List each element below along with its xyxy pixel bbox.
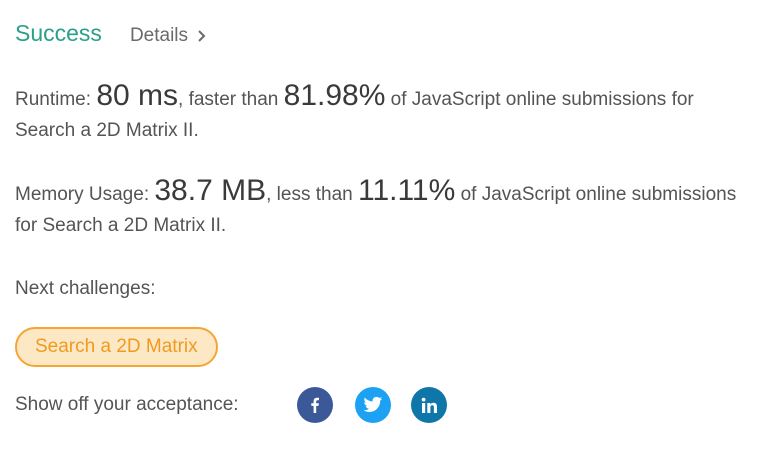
twitter-share-button[interactable] — [355, 387, 391, 423]
twitter-icon — [363, 396, 383, 412]
runtime-value: 80 ms — [96, 79, 179, 112]
runtime-stat: Runtime: 80 ms, faster than 81.98% of Ja… — [15, 80, 755, 146]
chevron-right-icon — [198, 30, 206, 42]
challenge-button[interactable]: Search a 2D Matrix — [15, 327, 218, 367]
status-label: Success — [15, 20, 102, 46]
facebook-share-button[interactable] — [297, 387, 333, 423]
details-label: Details — [129, 25, 189, 46]
memory-label: Memory Usage: — [15, 184, 155, 205]
runtime-label: Runtime: — [15, 89, 97, 110]
memory-percent: 11.11% — [358, 174, 456, 207]
next-challenges-label: Next challenges: — [15, 278, 156, 299]
share-label: Show off your acceptance: — [15, 394, 239, 415]
linkedin-share-button[interactable] — [411, 387, 447, 423]
memory-stat: Memory Usage: 38.7 MB, less than 11.11% … — [15, 175, 755, 241]
runtime-mid: , faster than — [178, 89, 284, 110]
memory-value: 38.7 MB — [154, 174, 267, 207]
result-header: Success Details — [15, 20, 206, 47]
runtime-percent: 81.98% — [283, 79, 386, 112]
details-link[interactable]: Details — [130, 25, 206, 47]
facebook-icon — [311, 397, 319, 413]
linkedin-icon — [421, 397, 437, 413]
memory-mid: , less than — [266, 184, 358, 205]
